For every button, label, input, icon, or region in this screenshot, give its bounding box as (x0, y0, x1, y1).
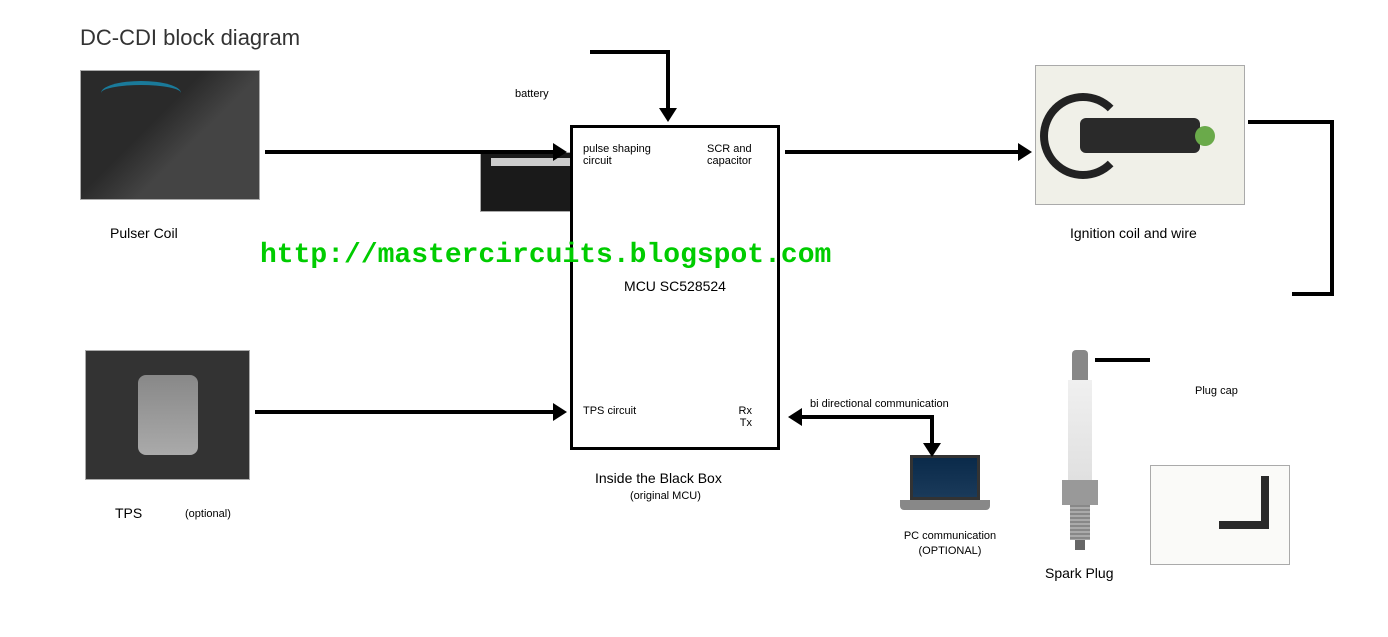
black-box-subtitle: (original MCU) (630, 490, 701, 502)
pc-comm-label: PC communication (895, 530, 1005, 542)
arrow-box-to-coil (785, 150, 1020, 154)
pc-optional-label: (OPTIONAL) (895, 545, 1005, 557)
spark-plug-image (1060, 350, 1100, 550)
tps-label: TPS (115, 505, 142, 521)
mcu-label: MCU SC528524 (573, 278, 777, 294)
line-coil-right (1248, 120, 1333, 124)
tps-image (85, 350, 250, 480)
watermark-url: http://mastercircuits.blogspot.com (260, 240, 831, 271)
arrow-tps-to-box (255, 410, 555, 414)
pulser-coil-label: Pulser Coil (110, 225, 178, 241)
diagram-title: DC-CDI block diagram (80, 25, 300, 51)
tps-circuit-label: TPS circuit (583, 405, 636, 417)
line-coil-to-cap (1292, 292, 1334, 296)
arrow-bidir-left (800, 415, 930, 419)
line-battery-h (590, 50, 670, 54)
laptop-image (900, 455, 990, 510)
line-cap-to-plug (1095, 358, 1150, 362)
plug-cap-image (1150, 465, 1290, 565)
rx-label: Rx (739, 405, 752, 417)
black-box-title: Inside the Black Box (595, 470, 722, 486)
scr-label: SCR and capacitor (707, 143, 767, 167)
line-coil-down (1330, 120, 1334, 295)
plug-cap-label: Plug cap (1195, 385, 1238, 397)
bidir-label: bi directional communication (810, 398, 949, 410)
arrow-bidir-down (930, 415, 934, 445)
tx-label: Tx (740, 417, 752, 429)
ignition-coil-label: Ignition coil and wire (1070, 225, 1197, 241)
spark-plug-label: Spark Plug (1045, 565, 1113, 581)
arrow-pulser-to-box (265, 150, 555, 154)
pulse-shaping-label: pulse shaping circuit (583, 143, 663, 167)
black-box: pulse shaping circuit SCR and capacitor … (570, 125, 780, 450)
battery-label: battery (515, 88, 549, 100)
ignition-coil-image (1035, 65, 1245, 205)
tps-optional-label: (optional) (185, 508, 231, 520)
arrow-battery-to-box (666, 50, 670, 110)
pulser-coil-image (80, 70, 260, 200)
